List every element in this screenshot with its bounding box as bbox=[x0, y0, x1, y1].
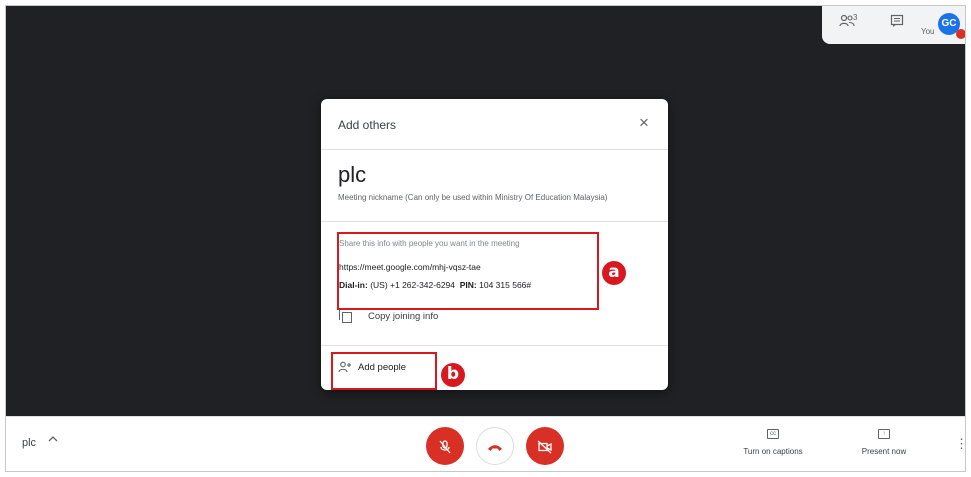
annotation-box-b bbox=[331, 352, 437, 390]
meeting-nickname-note: Meeting nickname (Can only be used withi… bbox=[338, 193, 608, 202]
camera-off-icon bbox=[537, 438, 553, 454]
captions-button[interactable]: cc Turn on captions bbox=[733, 429, 813, 456]
hang-up-icon bbox=[487, 439, 503, 455]
avatar-status-badge bbox=[956, 29, 965, 39]
you-label: You bbox=[921, 27, 935, 36]
mic-toggle-button[interactable] bbox=[426, 427, 464, 465]
divider bbox=[321, 149, 668, 150]
meeting-name: plc bbox=[338, 162, 367, 187]
chat-icon[interactable] bbox=[886, 14, 908, 36]
present-icon: ↑ bbox=[878, 429, 890, 439]
copy-joining-info-label: Copy joining info bbox=[368, 311, 439, 322]
present-now-button[interactable]: ↑ Present now bbox=[844, 429, 924, 456]
close-icon[interactable]: × bbox=[634, 113, 654, 133]
annotation-marker-b: b bbox=[441, 363, 465, 387]
divider bbox=[321, 221, 668, 222]
captions-icon: cc bbox=[767, 429, 779, 439]
annotation-marker-a: a bbox=[602, 261, 626, 285]
hang-up-button[interactable] bbox=[476, 427, 514, 465]
divider bbox=[321, 345, 668, 346]
people-count: 3 bbox=[853, 13, 858, 22]
captions-label: Turn on captions bbox=[743, 447, 803, 456]
top-right-bar: 3 You GC bbox=[822, 6, 965, 44]
camera-toggle-button[interactable] bbox=[526, 427, 564, 465]
meeting-title[interactable]: plc bbox=[22, 437, 36, 449]
chevron-up-icon[interactable] bbox=[48, 435, 58, 446]
mic-off-icon bbox=[438, 438, 452, 454]
dialog-title: Add others bbox=[338, 118, 397, 132]
present-now-label: Present now bbox=[861, 447, 907, 456]
more-icon[interactable]: ⋮ bbox=[955, 437, 965, 450]
bottom-control-bar: plc cc Turn on captions ↑ Present now bbox=[6, 416, 965, 471]
copy-icon bbox=[339, 309, 353, 323]
video-stage: 3 You GC Add others × plc Meeting nickna… bbox=[6, 6, 965, 416]
copy-joining-info-button[interactable]: Copy joining info bbox=[339, 309, 479, 325]
meet-window: 3 You GC Add others × plc Meeting nickna… bbox=[5, 5, 966, 472]
annotation-box-a bbox=[337, 232, 599, 310]
